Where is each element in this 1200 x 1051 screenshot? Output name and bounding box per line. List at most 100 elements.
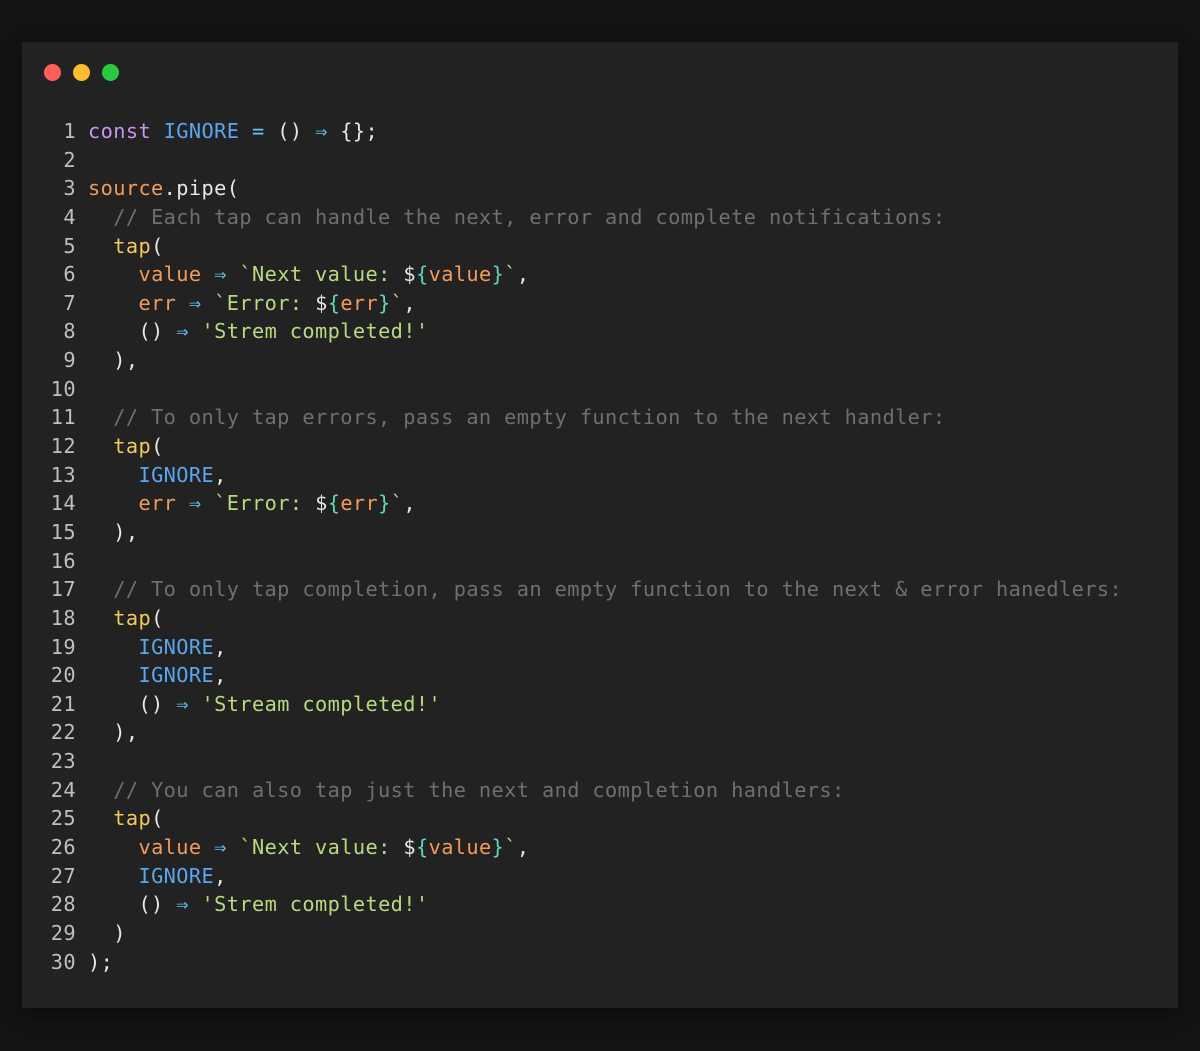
code-token: 'Strem completed!' [201,319,429,344]
code-token: , [516,262,530,287]
code-token: , [403,491,417,516]
code-line: 11 // To only tap errors, pass an empty … [48,403,1122,432]
code-token: ( [151,434,164,459]
code-token: tap [113,806,152,831]
code-token: ⇒ [176,319,189,344]
code-token: ); [88,949,114,974]
code-token: value [428,835,492,860]
line-number: 1 [63,119,76,143]
line-number: 30 [50,949,76,974]
line-number: 3 [63,176,76,201]
code-token: () [88,892,177,917]
line-number: 24 [50,777,76,802]
code-line: 15 ), [48,518,1122,547]
code-token: err [138,491,177,516]
line-number: 2 [63,147,76,172]
code-block: 1 const IGNORE = () ⇒ {}; 2 3 source.pipe(4 … [48,117,1122,976]
code-line: 7 err ⇒ `Error: ${err}`, [48,289,1122,318]
code-token: const [88,119,152,143]
code-token: IGNORE [163,119,240,143]
line-number: 9 [63,348,76,373]
code-line: 26 value ⇒ `Next value: ${value}`, [48,833,1122,862]
code-token: = [251,119,265,143]
minimize-dot-icon[interactable] [73,64,90,81]
code-line: 10 [48,375,1122,404]
code-token: IGNORE [138,663,215,688]
code-token: () [88,691,177,716]
code-line: 8 () ⇒ 'Strem completed!' [48,317,1122,346]
line-number: 25 [50,806,76,831]
code-line: 5 tap( [48,232,1122,261]
code-token: , [214,634,227,659]
code-token: source [88,176,164,201]
code-line: 3 source.pipe( [48,174,1122,203]
line-number: 4 [63,204,76,229]
code-token: ), [88,348,139,373]
code-token: $ [315,290,328,315]
code-token: ( [151,806,164,831]
code-token: ⇒ [188,491,202,516]
code-token: , [214,462,227,487]
code-line: 22 ), [48,718,1122,747]
code-token: .pipe( [163,176,240,201]
code-token: , [214,663,227,688]
code-token: IGNORE [138,462,215,487]
line-number: 29 [50,920,76,945]
code-token: ` [504,835,517,860]
code-token: // Each tap can handle the next, error a… [113,204,946,229]
line-number: 15 [50,519,76,544]
code-line: 13 IGNORE, [48,461,1122,490]
code-token: , [516,835,530,860]
code-token: IGNORE [138,863,215,888]
line-number: 20 [50,663,76,688]
line-number: 27 [50,863,76,888]
code-token: $ [403,262,416,287]
code-line: 1 const IGNORE = () ⇒ {}; [48,117,1122,146]
code-token: `Next value: [239,262,404,287]
line-number: 22 [50,720,76,745]
code-line: 18 tap( [48,604,1122,633]
close-dot-icon[interactable] [44,64,61,81]
line-number: 6 [63,262,76,287]
maximize-dot-icon[interactable] [102,64,119,81]
code-token: value [138,835,202,860]
code-line: 29 ) [48,919,1122,948]
code-token: } [378,290,391,315]
code-token: {}; [327,119,379,143]
code-line: 23 [48,747,1122,776]
code-line: 19 IGNORE, [48,633,1122,662]
code-token: ⇒ [188,290,202,315]
code-line: 12 tap( [48,432,1122,461]
code-line: 24 // You can also tap just the next and… [48,776,1122,805]
code-token: { [327,491,341,516]
code-token: ⇒ [176,691,189,716]
code-token: ⇒ [214,835,227,860]
code-token: ) [88,920,126,945]
code-line: 27 IGNORE, [48,862,1122,891]
code-token: } [491,262,505,287]
line-number: 28 [50,892,76,917]
code-token: value [138,262,202,287]
line-number: 26 [50,835,76,860]
code-token: ( [151,605,164,630]
code-token: } [378,491,391,516]
code-token: ⇒ [315,119,328,143]
code-line: 17 // To only tap completion, pass an em… [48,575,1122,604]
code-token: 'Stream completed!' [201,691,442,716]
